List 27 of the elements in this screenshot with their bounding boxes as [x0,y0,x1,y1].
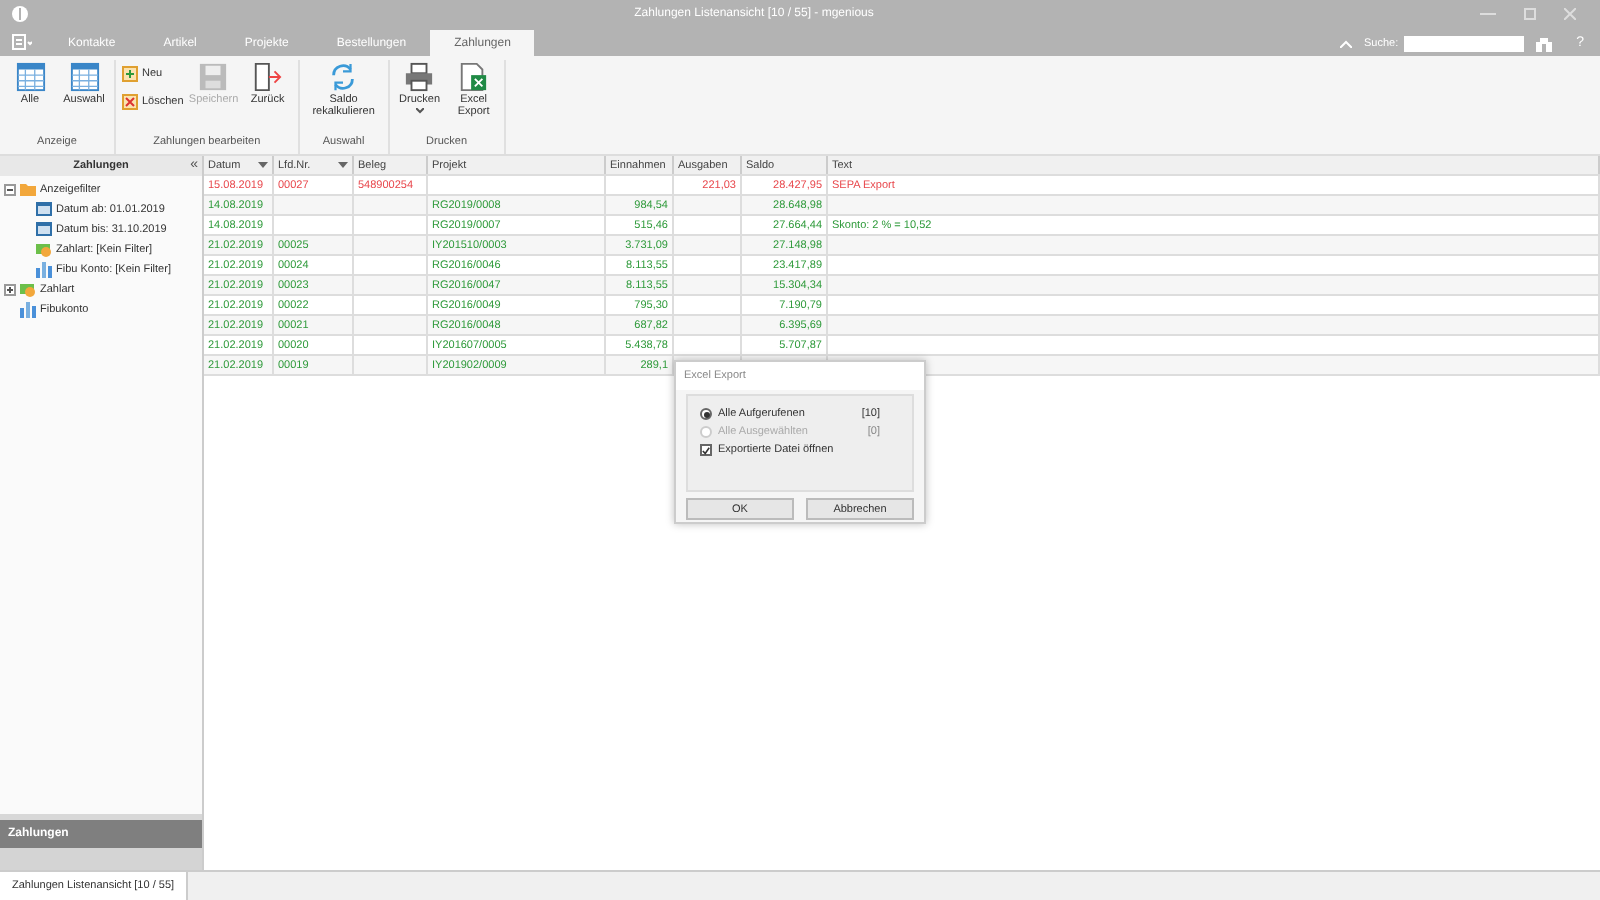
dropdown-arrow-icon[interactable] [258,162,268,168]
collapse-ribbon-icon[interactable] [1339,40,1352,48]
table-icon [69,62,99,92]
money-icon [36,241,52,257]
expand-icon[interactable] [4,283,16,295]
app-logo-icon [12,6,28,22]
folder-icon [20,182,36,196]
money-icon [20,281,36,297]
binoculars-icon[interactable] [1536,36,1553,52]
excel-file-icon [458,62,489,92]
bar-chart-icon [36,261,52,277]
delete-row-icon [122,94,138,110]
radio-button[interactable] [700,408,712,420]
table-icon [15,62,45,92]
collapse-icon[interactable] [4,183,16,195]
minimize-icon[interactable] [1480,8,1496,20]
add-row-icon [122,66,138,82]
close-icon[interactable] [1564,8,1576,20]
exit-door-icon [252,62,283,92]
dropdown-arrow-icon[interactable] [338,162,348,168]
checkbox[interactable] [700,444,712,456]
printer-icon [404,62,435,92]
bar-chart-icon [20,301,36,317]
menu-icon[interactable] [12,34,32,50]
maximize-icon[interactable] [1524,8,1536,20]
search-field[interactable] [1404,36,1525,52]
refresh-icon [328,62,359,92]
